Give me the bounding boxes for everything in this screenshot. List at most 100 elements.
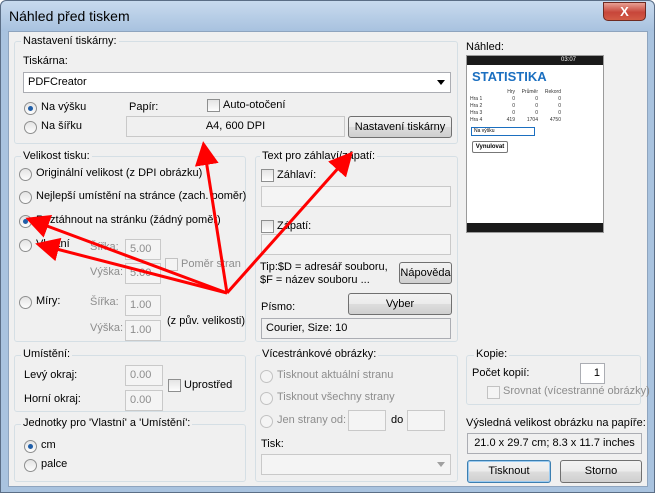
original-size-label: Originální velikost (z DPI obrázku): [36, 167, 203, 179]
units-label: Jednotky pro 'Vlastní' a 'Umístění':: [21, 417, 193, 429]
tip-line-1: Tip:$D = adresář souboru,: [260, 261, 388, 273]
center-checkbox[interactable]: [168, 379, 181, 392]
chevron-down-icon: [437, 80, 445, 85]
keep-ratio-label: Poměr stran: [181, 258, 241, 270]
portrait-label: Na výšku: [41, 101, 87, 113]
stretch-radio[interactable]: [19, 215, 32, 228]
preview-app-title: STATISTIKA: [472, 69, 547, 84]
paper-info: A4, 600 DPI: [126, 116, 345, 137]
custom-size-label: Vlastní: [36, 238, 70, 250]
best-fit-label: Nejlepší umístění na stránce (zach. pomě…: [36, 190, 247, 202]
stretch-label: Roztáhnout na stránku (žádný poměr): [36, 214, 221, 226]
preview-reset-button: Vynulovat: [472, 141, 508, 153]
paper-label: Papír:: [129, 101, 159, 113]
custom-width-label: Šířka:: [90, 241, 119, 253]
custom-width-input[interactable]: 5.00: [125, 239, 161, 260]
page-range-label: Jen strany od:: [277, 414, 347, 426]
portrait-radio[interactable]: [24, 102, 37, 115]
help-button[interactable]: Nápověda: [399, 262, 452, 284]
dialog-body: Nastavení tiskárny: Tiskárna: PDFCreator…: [8, 31, 650, 487]
center-label: Uprostřed: [184, 379, 233, 391]
header-input[interactable]: [261, 186, 451, 207]
preview-table-row: Hra 2000: [470, 103, 561, 109]
preview-table-row: Hra 3000: [470, 110, 561, 116]
title-bar: Náhled před tiskem X: [1, 1, 654, 31]
preview-image: 03:07 STATISTIKA Hry Průměr Rekord Hra 100…: [466, 55, 604, 233]
inch-radio[interactable]: [24, 459, 37, 472]
custom-size-radio[interactable]: [19, 239, 32, 252]
phone-time: 03:07: [561, 57, 577, 63]
result-size-label: Výsledná velikost obrázku na papíře:: [466, 417, 646, 429]
landscape-radio[interactable]: [24, 121, 37, 134]
landscape-label: Na šířku: [41, 120, 82, 132]
scale-height-label: Výška:: [90, 322, 124, 334]
header-footer-label: Text pro záhlaví/zápatí:: [260, 150, 378, 162]
footer-input[interactable]: [261, 234, 451, 255]
left-margin-input[interactable]: 0.00: [125, 365, 163, 386]
page-range-radio[interactable]: [260, 415, 273, 428]
preview-table-header: Hry Průměr Rekord: [507, 89, 561, 95]
scale-note: (z pův. velikosti): [167, 315, 246, 327]
result-size-value: 21.0 x 29.7 cm; 8.3 x 11.7 inches: [467, 433, 642, 454]
preview-dropdown: Na výšku: [471, 127, 535, 136]
preview-label: Náhled:: [466, 41, 504, 53]
page-to-input[interactable]: [407, 410, 445, 431]
font-label: Písmo:: [261, 301, 296, 313]
printer-label: Tiskárna:: [23, 55, 68, 67]
cm-label: cm: [41, 439, 56, 451]
auto-rotate-label: Auto-otočení: [223, 99, 286, 111]
print-all-radio[interactable]: [260, 392, 273, 405]
page-from-input[interactable]: [348, 410, 386, 431]
top-margin-input[interactable]: 0.00: [125, 390, 163, 411]
keep-ratio-checkbox[interactable]: [165, 258, 178, 271]
printer-settings-label: Nastavení tiskárny:: [21, 35, 119, 47]
custom-height-input[interactable]: 5.00: [125, 263, 161, 284]
cm-radio[interactable]: [24, 440, 37, 453]
scale-height-input[interactable]: 1.00: [125, 320, 161, 341]
page-to-label: do: [391, 414, 404, 426]
copy-count-input[interactable]: 1: [580, 363, 605, 384]
close-button[interactable]: X: [603, 2, 646, 21]
scale-width-input[interactable]: 1.00: [125, 295, 161, 316]
print-size-label: Velikost tisku:: [21, 150, 92, 162]
footer-label: Zápatí:: [277, 220, 312, 232]
best-fit-radio[interactable]: [19, 191, 32, 204]
copies-label: Kopie:: [474, 348, 510, 360]
preview-table-row: Hra 1000: [470, 96, 561, 102]
print-current-radio[interactable]: [260, 370, 273, 383]
custom-height-label: Výška:: [90, 266, 124, 278]
top-margin-label: Horní okraj:: [24, 393, 81, 405]
scale-width-label: Šířka:: [90, 296, 119, 308]
phone-status-bar: 03:07: [467, 56, 603, 65]
font-value: Courier, Size: 10: [261, 318, 451, 339]
print-current-label: Tisknout aktuální stranu: [277, 369, 394, 381]
printer-select[interactable]: PDFCreator: [23, 72, 451, 93]
preview-table-row: Hra 4 419 1704 4750: [470, 117, 561, 123]
original-size-radio[interactable]: [19, 168, 32, 181]
collate-label: Srovnat (vícestranné obrázky): [503, 385, 650, 397]
collate-checkbox[interactable]: [487, 386, 500, 399]
cancel-button[interactable]: Storno: [560, 460, 642, 483]
placement-label: Umístění:: [21, 348, 73, 360]
print-preview-window: Náhled před tiskem X Nastavení tiskárny:…: [0, 0, 655, 493]
font-choose-button[interactable]: Vyber: [348, 293, 452, 315]
print-mode-label: Tisk:: [261, 438, 284, 450]
chevron-down-icon: [437, 462, 445, 467]
inch-label: palce: [41, 458, 68, 470]
tip-line-2: $F = název souboru ...: [260, 274, 370, 286]
preview-table: Hry Průměr Rekord Hra 1000 Hra 2000 Hra 30…: [470, 89, 561, 124]
scale-label: Míry:: [36, 295, 61, 307]
printer-select-value: PDFCreator: [28, 76, 87, 88]
footer-checkbox[interactable]: [261, 220, 274, 233]
print-button[interactable]: Tisknout: [467, 460, 551, 483]
scale-radio[interactable]: [19, 296, 32, 309]
header-checkbox[interactable]: [261, 169, 274, 182]
phone-bottom-bar: [467, 223, 603, 232]
print-mode-select[interactable]: [261, 454, 451, 475]
copy-count-label: Počet kopií:: [472, 367, 530, 379]
window-title: Náhled před tiskem: [9, 8, 130, 24]
auto-rotate-checkbox[interactable]: [207, 99, 220, 112]
left-margin-label: Levý okraj:: [24, 369, 78, 381]
printer-settings-button[interactable]: Nastavení tiskárny: [348, 116, 452, 138]
multipage-label: Vícestránkové obrázky:: [260, 348, 379, 360]
